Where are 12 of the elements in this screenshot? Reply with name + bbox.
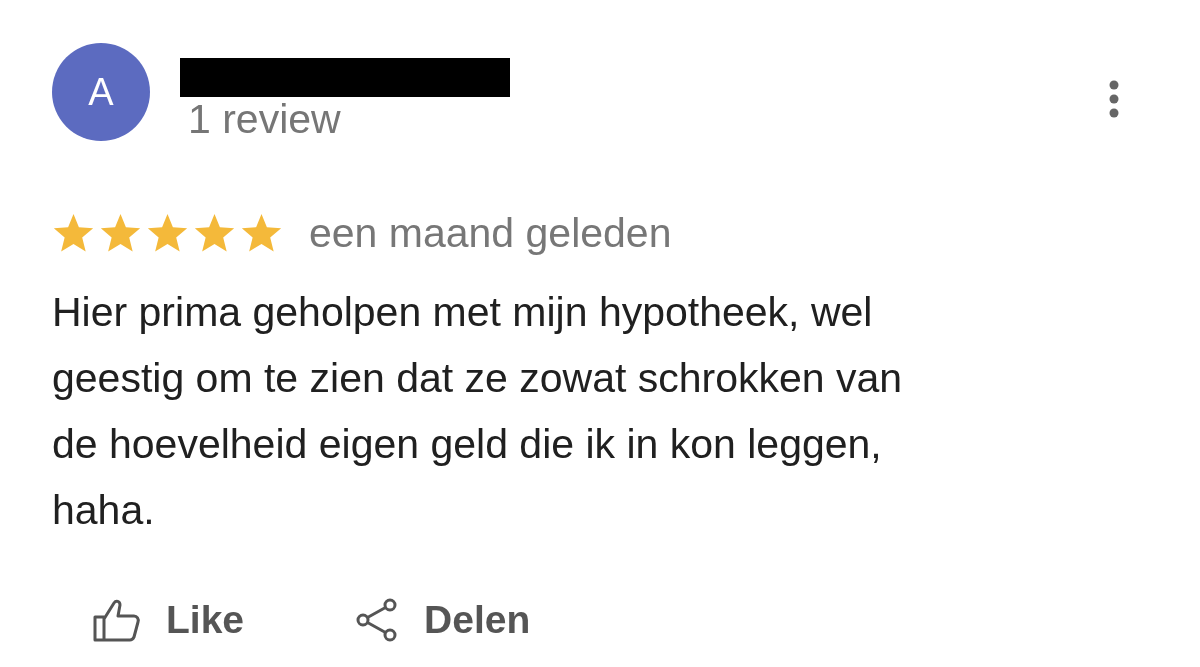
star-icon (193, 213, 236, 254)
review-date: een maand geleden (309, 209, 672, 258)
more-options-icon[interactable] (1108, 80, 1120, 118)
review-text: Hier prima geholpen met mijn hypotheek, wel geestig om te zien dat ze zowat schrokken van de hoevelheid eigen geld die ik in kon leggen, haha. (52, 287, 904, 535)
avatar: A (52, 43, 150, 141)
review-count: 1 review (188, 97, 342, 141)
star-icon (52, 213, 95, 254)
star-icon (99, 213, 142, 254)
like-button[interactable]: Like (92, 590, 245, 649)
star-icon (240, 213, 283, 254)
star-icon (146, 213, 189, 254)
share-button[interactable]: Delen (354, 590, 531, 649)
